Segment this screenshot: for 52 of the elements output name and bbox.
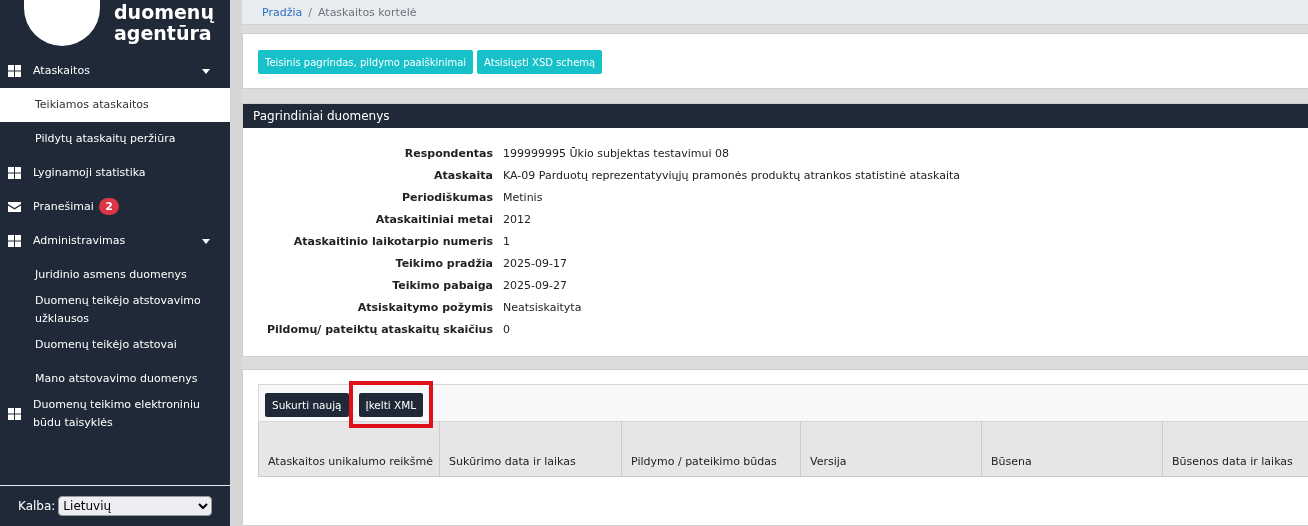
column-header: Sukūrimo data ir laikas [439,422,621,476]
language-select[interactable]: Lietuvių [58,496,213,516]
nav-item[interactable]: Pranešimai 2 [0,190,230,224]
envelope-icon [8,202,21,212]
toolbar-button[interactable]: Įkelti XML [358,393,424,417]
column-header: Būsena [981,422,1162,476]
breadcrumb-current: Ataskaitos kortelė [318,5,417,19]
grid-icon [8,408,21,420]
breadcrumb-link[interactable]: Pradžia [262,5,303,19]
field-value: 2025-09-27 [503,278,568,294]
nav-subitem[interactable]: Juridinio asmens duomenys [0,258,230,292]
card-header: Pagrindiniai duomenys [243,104,1308,128]
field-label: Pildomų/ pateiktų ataskaitų skaičius [266,322,493,338]
nav-subitem[interactable]: Duomenų teikėjo atstovai [0,328,230,362]
nav-subitem[interactable]: Mano atstovavimo duomenys [0,362,230,396]
nav-subitem[interactable]: Teikiamos ataskaitos [0,88,230,122]
grid-icon [8,65,21,77]
nav-item[interactable]: Administravimas [0,224,230,258]
toolbar-button[interactable]: Sukurti naują [265,393,349,417]
nav-subitem[interactable]: Pildytų ataskaitų peržiūra [0,122,230,156]
field-label: Ataskaitinio laikotarpio numeris [292,234,493,250]
count-badge: 2 [99,198,119,215]
grid-icon [8,235,21,247]
grid-icon [8,167,21,179]
logo-text: agentūra [114,23,212,44]
field-value: 1 [503,234,511,250]
logo-icon [24,0,100,46]
field-value: Metinis [503,190,544,206]
field-label: Periodiškumas [400,190,493,206]
field-value: Neatsiskaityta [503,300,583,316]
language-label: Kalba: [18,499,56,513]
nav-item[interactable]: Ataskaitos [0,54,230,88]
field-value: KA-09 Parduotų reprezentatyviųjų pramonės produktų atrankos statistinė ataskaita [503,168,961,184]
field-value: 199999995 Ūkio subjektas testavimui 08 [503,146,730,162]
field-label: Ataskaita [433,168,493,184]
column-header: Ataskaitos unikalumo reikšmė [258,422,439,476]
breadcrumb-separator: / [308,5,312,19]
field-label: Teikimo pabaiga [391,278,493,294]
field-label: Atsiskaitymo požymis [356,300,493,316]
nav-item[interactable]: Duomenų teikimo elektroniniu būdu taisyklės [0,396,230,432]
field-label: Teikimo pradžia [394,256,493,272]
column-header: Būsenos data ir laikas [1162,422,1308,476]
nav-subitem[interactable]: Duomenų teikėjo atstovavimo užklausos [0,292,230,328]
field-label: Respondentas [403,146,493,162]
nav-item[interactable]: Lyginamoji statistika [0,156,230,190]
logo-text: duomenų [114,2,214,23]
column-header: Pildymo / pateikimo būdas [621,422,800,476]
field-value: 2025-09-17 [503,256,568,272]
field-value: 2012 [503,212,532,228]
field-value: 0 [503,322,511,338]
column-header: Versija [800,422,981,476]
field-label: Ataskaitiniai metai [374,212,493,228]
